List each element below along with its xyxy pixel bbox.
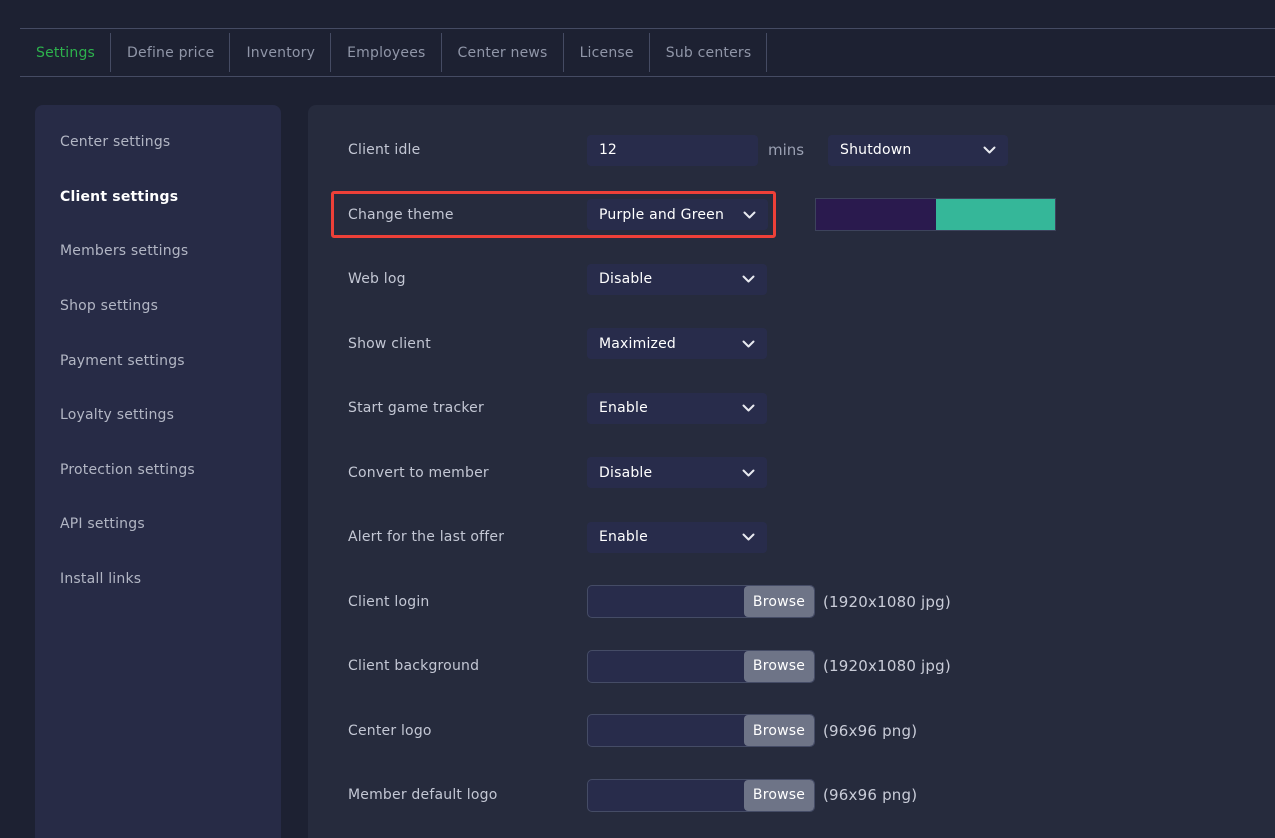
client-background-browse-button[interactable]: Browse — [744, 651, 814, 682]
change-theme-value: Purple and Green — [599, 207, 724, 223]
chevron-down-icon — [742, 533, 755, 541]
client-background-file-field[interactable] — [588, 651, 744, 682]
client-login-browse-button[interactable]: Browse — [744, 586, 814, 617]
center-logo-row: Center logo Browse (96x96 png) — [308, 699, 1275, 764]
client-login-hint: (1920x1080 jpg) — [823, 593, 951, 611]
theme-green-swatch — [936, 199, 1056, 230]
start-game-tracker-label: Start game tracker — [348, 400, 587, 416]
client-login-label: Client login — [348, 594, 587, 610]
client-idle-label: Client idle — [348, 142, 587, 158]
sidebar-item-install-links[interactable]: Install links — [35, 552, 281, 607]
top-nav: Settings Define price Inventory Employee… — [20, 28, 1275, 77]
client-idle-input[interactable] — [587, 135, 758, 166]
alert-last-offer-value: Enable — [599, 529, 648, 545]
center-logo-file-input: Browse — [587, 714, 815, 747]
center-logo-browse-button[interactable]: Browse — [744, 715, 814, 746]
web-log-label: Web log — [348, 271, 587, 287]
client-login-row: Client login Browse (1920x1080 jpg) — [308, 570, 1275, 635]
client-login-file-input: Browse — [587, 585, 815, 618]
sidebar-item-loyalty-settings[interactable]: Loyalty settings — [35, 388, 281, 443]
theme-preview — [815, 198, 1056, 231]
chevron-down-icon — [742, 275, 755, 283]
tab-sub-centers[interactable]: Sub centers — [650, 29, 768, 76]
client-login-file-field[interactable] — [588, 586, 744, 617]
client-background-label: Client background — [348, 658, 587, 674]
convert-to-member-row: Convert to member Disable — [308, 441, 1275, 506]
start-game-tracker-select[interactable]: Enable — [587, 393, 767, 424]
show-client-row: Show client Maximized — [308, 312, 1275, 377]
show-client-label: Show client — [348, 336, 587, 352]
sidebar-item-shop-settings[interactable]: Shop settings — [35, 279, 281, 334]
tab-define-price[interactable]: Define price — [111, 29, 230, 76]
change-theme-label: Change theme — [348, 207, 587, 223]
client-background-file-input: Browse — [587, 650, 815, 683]
start-game-tracker-row: Start game tracker Enable — [308, 376, 1275, 441]
center-logo-file-field[interactable] — [588, 715, 744, 746]
client-idle-action-select[interactable]: Shutdown — [828, 135, 1008, 166]
tab-inventory[interactable]: Inventory — [230, 29, 331, 76]
client-idle-row: Client idle mins Shutdown — [308, 118, 1275, 183]
change-theme-row: Change theme Purple and Green — [308, 183, 1275, 248]
tab-center-news[interactable]: Center news — [442, 29, 564, 76]
client-idle-action-value: Shutdown — [840, 142, 912, 158]
sidebar-item-api-settings[interactable]: API settings — [35, 497, 281, 552]
client-background-hint: (1920x1080 jpg) — [823, 657, 951, 675]
chevron-down-icon — [742, 340, 755, 348]
sidebar-item-client-settings[interactable]: Client settings — [35, 170, 281, 225]
convert-to-member-value: Disable — [599, 465, 652, 481]
chevron-down-icon — [983, 146, 996, 154]
tab-settings[interactable]: Settings — [20, 29, 111, 76]
alert-last-offer-select[interactable]: Enable — [587, 522, 767, 553]
member-default-logo-hint: (96x96 png) — [823, 786, 917, 804]
settings-panel: Client idle mins Shutdown Change theme P… — [308, 105, 1275, 838]
sidebar: Center settings Client settings Members … — [35, 105, 281, 838]
alert-last-offer-row: Alert for the last offer Enable — [308, 505, 1275, 570]
sidebar-item-payment-settings[interactable]: Payment settings — [35, 333, 281, 388]
convert-to-member-label: Convert to member — [348, 465, 587, 481]
chevron-down-icon — [743, 211, 756, 219]
theme-purple-swatch — [816, 199, 936, 230]
convert-to-member-select[interactable]: Disable — [587, 457, 767, 488]
member-default-logo-file-input: Browse — [587, 779, 815, 812]
chevron-down-icon — [742, 469, 755, 477]
app-window: Settings Define price Inventory Employee… — [0, 0, 1275, 838]
web-log-row: Web log Disable — [308, 247, 1275, 312]
member-default-logo-label: Member default logo — [348, 787, 587, 803]
change-theme-select[interactable]: Purple and Green — [587, 199, 768, 230]
web-log-select[interactable]: Disable — [587, 264, 767, 295]
member-default-logo-browse-button[interactable]: Browse — [744, 780, 814, 811]
tab-employees[interactable]: Employees — [331, 29, 441, 76]
center-logo-label: Center logo — [348, 723, 587, 739]
sidebar-item-members-settings[interactable]: Members settings — [35, 224, 281, 279]
sidebar-item-center-settings[interactable]: Center settings — [35, 115, 281, 170]
web-log-value: Disable — [599, 271, 652, 287]
alert-last-offer-label: Alert for the last offer — [348, 529, 587, 545]
start-game-tracker-value: Enable — [599, 400, 648, 416]
chevron-down-icon — [742, 404, 755, 412]
member-default-logo-row: Member default logo Browse (96x96 png) — [308, 763, 1275, 828]
client-background-row: Client background Browse (1920x1080 jpg) — [308, 634, 1275, 699]
member-default-logo-file-field[interactable] — [588, 780, 744, 811]
show-client-value: Maximized — [599, 336, 676, 352]
client-idle-unit: mins — [768, 141, 800, 159]
show-client-select[interactable]: Maximized — [587, 328, 767, 359]
center-logo-hint: (96x96 png) — [823, 722, 917, 740]
tab-license[interactable]: License — [564, 29, 650, 76]
sidebar-item-protection-settings[interactable]: Protection settings — [35, 443, 281, 498]
